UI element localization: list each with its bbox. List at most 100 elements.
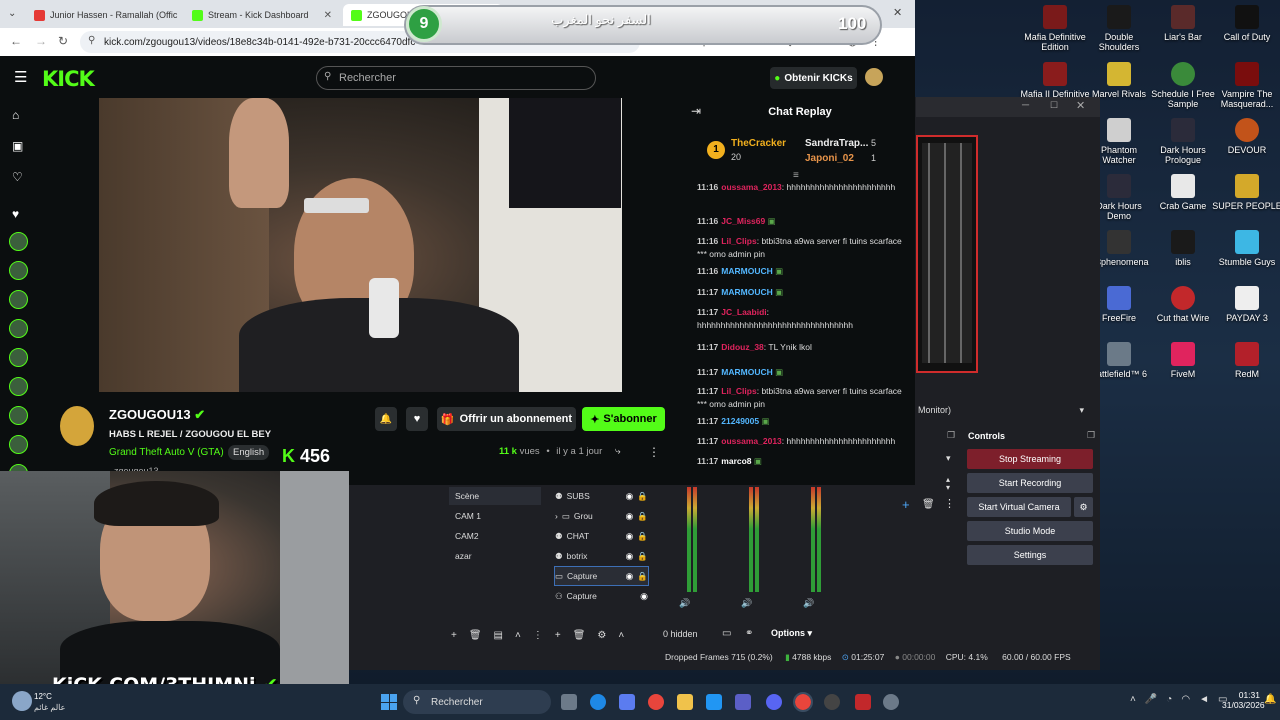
desktop-icon-marvel-rivals[interactable]: Marvel Rivals xyxy=(1084,62,1154,99)
sidebar-channel-avatar[interactable] xyxy=(9,406,28,425)
subscribe-button[interactable]: ✦ S'abonner xyxy=(582,407,665,431)
kick-search-input[interactable]: ⚲ Rechercher xyxy=(316,66,596,90)
start-recording-button[interactable]: Start Recording xyxy=(967,473,1093,493)
language-tag[interactable]: English xyxy=(228,445,270,460)
clock[interactable]: 01:31 31/03/2026 xyxy=(1222,690,1265,710)
desktop-icon-liars-bar[interactable]: Liar's Bar xyxy=(1148,5,1218,42)
chat-username[interactable]: JC_Miss69 xyxy=(721,216,765,226)
file-explorer-icon[interactable] xyxy=(677,694,693,710)
lock-icon[interactable]: 🔒 xyxy=(637,511,648,522)
chat-username[interactable]: MARMOUCH xyxy=(721,287,772,297)
desktop-icon-iblis[interactable]: iblis xyxy=(1148,230,1218,267)
sidebar-channel-avatar[interactable] xyxy=(9,319,28,338)
top-gifter-3[interactable]: Japoni_02 xyxy=(805,153,854,164)
desktop-icon-dark-hours-prologue[interactable]: Dark Hours Prologue xyxy=(1148,118,1218,166)
expand-gifters-icon[interactable]: ≡ xyxy=(793,170,799,181)
scene-item[interactable]: CAM2 xyxy=(449,527,541,545)
category-link[interactable]: Grand Theft Auto V (GTA) xyxy=(109,447,224,458)
share-icon[interactable]: ⤷ xyxy=(615,446,621,457)
options-button[interactable]: Options ▾ xyxy=(771,628,812,639)
store-icon[interactable] xyxy=(706,694,722,710)
chat-username[interactable]: oussama_2013 xyxy=(721,182,782,192)
windows-start-icon[interactable] xyxy=(381,694,397,710)
desktop-icon-super-people[interactable]: SUPER PEOPLE xyxy=(1212,174,1280,211)
scene-item[interactable]: Scène xyxy=(449,487,541,505)
desktop-icon-crab-game[interactable]: Crab Game xyxy=(1148,174,1218,211)
add-transition-icon[interactable]: + xyxy=(902,497,910,512)
scene-item[interactable]: CAM 1 xyxy=(449,507,541,525)
follow-button[interactable]: ♥ xyxy=(406,407,428,431)
source-item[interactable]: ⚉ SUBS ◉ 🔒 xyxy=(555,487,648,505)
copilot-icon[interactable] xyxy=(619,694,635,710)
weather-temp[interactable]: 12°C xyxy=(34,692,52,701)
obs-preview[interactable] xyxy=(916,135,978,373)
video-player[interactable] xyxy=(99,98,622,392)
following-icon[interactable]: ♡ xyxy=(12,170,23,184)
lock-icon[interactable]: 🔒 xyxy=(637,571,648,582)
more-icon[interactable]: ⋮ xyxy=(648,445,660,459)
back-icon[interactable]: ← xyxy=(10,34,22,48)
avatar[interactable] xyxy=(865,68,883,86)
source-item[interactable]: ▭ Capture ◉ 🔒 xyxy=(554,566,649,586)
sidebar-channel-avatar[interactable] xyxy=(9,261,28,280)
close-icon[interactable]: ✕ xyxy=(324,10,332,21)
start-virtual-camera-button[interactable]: Start Virtual Camera xyxy=(967,497,1071,517)
dock-float-icon[interactable]: ❐ xyxy=(1087,430,1095,441)
lock-icon[interactable]: 🔒 xyxy=(637,551,648,562)
chat-username[interactable]: marco8 xyxy=(721,456,751,466)
trash-icon[interactable]: 🗑 xyxy=(469,630,482,641)
desktop-icon-fivem[interactable]: FiveM xyxy=(1148,342,1218,379)
streamer-avatar[interactable] xyxy=(60,406,94,446)
chat-username[interactable]: Lil_Clips xyxy=(721,386,756,396)
chevron-up-icon[interactable]: ˄ xyxy=(618,630,624,641)
chevron-right-icon[interactable]: › xyxy=(555,511,558,521)
chevron-up-icon[interactable]: ˄ xyxy=(515,630,521,641)
chevron-down-icon[interactable]: ▾ xyxy=(946,453,951,464)
lock-icon[interactable]: 🔒 xyxy=(637,531,648,542)
chrome-icon[interactable] xyxy=(648,694,664,710)
notification-button[interactable]: 🔔 xyxy=(375,407,397,431)
app-icon[interactable] xyxy=(855,694,871,710)
chrome-icon[interactable] xyxy=(793,692,813,712)
chat-username[interactable]: 21249005 xyxy=(721,416,759,426)
desktop-icon-schedule[interactable]: Schedule I Free Sample xyxy=(1148,62,1218,110)
virtual-camera-settings-button[interactable]: ⚙ xyxy=(1074,497,1093,517)
desktop-icon-stumble-guys[interactable]: Stumble Guys xyxy=(1212,230,1280,267)
reload-icon[interactable]: ↻ xyxy=(58,34,68,48)
add-icon[interactable]: + xyxy=(555,630,561,641)
scene-item[interactable]: azar xyxy=(449,547,541,565)
minimize-icon[interactable]: ─ xyxy=(1022,100,1029,111)
mixer-icon[interactable]: ▭ xyxy=(722,628,731,639)
speaker-icon[interactable]: 🔊 xyxy=(741,598,752,609)
close-window-icon[interactable]: ✕ xyxy=(893,6,902,19)
notifications-icon[interactable]: 🔔 xyxy=(1264,694,1276,705)
desktop-icon-cod[interactable]: Call of Duty xyxy=(1212,5,1280,42)
sidebar-channel-avatar[interactable] xyxy=(9,290,28,309)
source-item[interactable]: ⚇ Capture ◉ xyxy=(555,587,648,605)
more-icon[interactable]: ⋮ xyxy=(944,497,955,510)
eye-icon[interactable]: ◉ xyxy=(626,571,634,582)
chat-username[interactable]: MARMOUCH xyxy=(721,367,772,377)
source-item[interactable]: ⚉ CHAT ◉ 🔒 xyxy=(555,527,648,545)
network-icon[interactable]: ◔ xyxy=(1166,694,1172,705)
heart-icon[interactable]: ♥ xyxy=(12,207,19,221)
mic-icon[interactable]: 🎤 xyxy=(1145,694,1157,705)
volume-icon[interactable]: ◄ xyxy=(1199,694,1209,705)
forward-icon[interactable]: → xyxy=(35,34,47,48)
link-icon[interactable]: ⚭ xyxy=(745,628,753,639)
eye-icon[interactable]: ◉ xyxy=(626,551,634,562)
lock-icon[interactable]: 🔒 xyxy=(637,491,648,502)
chat-username[interactable]: Didouz_38 xyxy=(721,342,764,352)
chat-username[interactable]: JC_Laabidi xyxy=(721,307,766,317)
maximize-icon[interactable]: ☐ xyxy=(1050,100,1058,111)
edge-icon[interactable] xyxy=(590,694,606,710)
chevron-up-icon[interactable]: ˄ xyxy=(1130,694,1136,705)
weather-icon[interactable] xyxy=(12,691,32,711)
chat-username[interactable]: MARMOUCH xyxy=(721,266,772,276)
obtenir-kicks-button[interactable]: ● Obtenir KICKs xyxy=(770,67,857,89)
sidebar-channel-avatar[interactable] xyxy=(9,232,28,251)
stop-streaming-button[interactable]: Stop Streaming xyxy=(967,449,1093,469)
sidebar-channel-avatar[interactable] xyxy=(9,435,28,454)
trash-icon[interactable]: 🗑 xyxy=(922,499,935,510)
desktop-icon-payday3[interactable]: PAYDAY 3 xyxy=(1212,286,1280,323)
